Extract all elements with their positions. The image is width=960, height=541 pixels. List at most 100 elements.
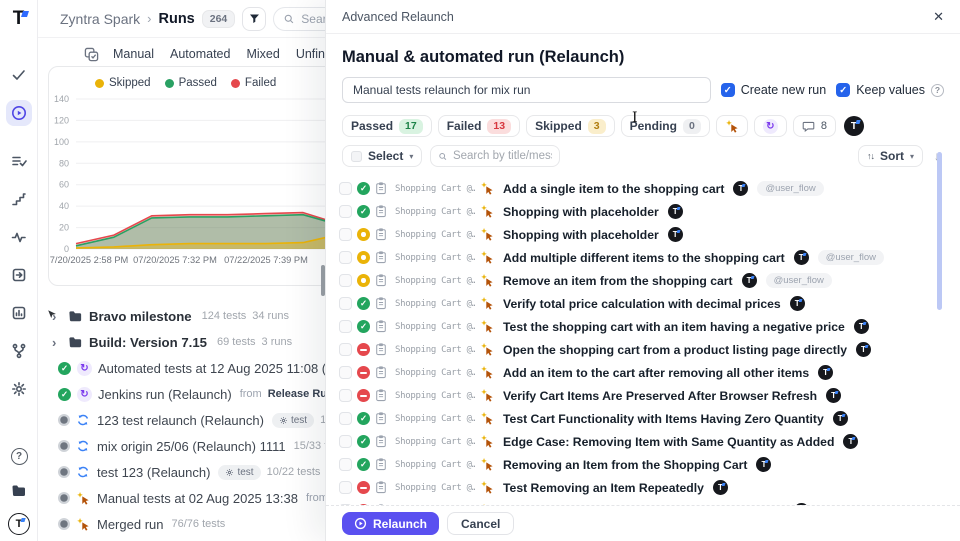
chip-skipped[interactable]: Skipped3	[526, 115, 615, 137]
breadcrumb-page[interactable]: Runs	[158, 11, 194, 27]
select-button[interactable]: Select ▾	[342, 145, 422, 167]
manual-test-icon	[480, 296, 495, 311]
chip-passed[interactable]: Passed17	[342, 115, 432, 137]
row-checkbox[interactable]	[339, 458, 352, 471]
app-logo[interactable]: T	[8, 8, 30, 30]
test-row[interactable]: Shopping Cart @…Add an item to the cart …	[339, 361, 944, 384]
main-search-input[interactable]: Search [C ✕	[273, 7, 325, 31]
milestone-row[interactable]: ›Bravo milestone124 tests34 runs	[38, 303, 325, 329]
relaunch-button[interactable]: Relaunch	[342, 512, 439, 535]
chip-manual-icon[interactable]	[716, 115, 748, 137]
checklist-icon[interactable]	[6, 148, 32, 174]
runs-icon[interactable]	[6, 100, 32, 126]
chip-label: Failed	[447, 119, 482, 133]
projects-folder-icon[interactable]	[6, 478, 32, 504]
help-icon[interactable]: ?	[6, 443, 32, 469]
row-checkbox[interactable]	[339, 412, 352, 425]
export-icon[interactable]	[6, 262, 32, 288]
row-checkbox[interactable]	[339, 228, 352, 241]
test-row[interactable]: Shopping Cart @…Shopping with placeholde…	[339, 223, 944, 246]
check-icon[interactable]	[6, 62, 32, 88]
status-failed-icon	[357, 366, 370, 379]
test-row[interactable]: Shopping Cart @…Open the shopping cart f…	[339, 338, 944, 361]
close-icon[interactable]: ✕	[933, 9, 944, 25]
chip-automated-icon[interactable]: ↻	[754, 115, 787, 137]
tests-scrollbar-thumb[interactable]	[937, 152, 942, 310]
run-row[interactable]: test 123 (Relaunch)test10/22 tests	[38, 459, 325, 485]
test-title: Shopping with placeholder	[503, 205, 659, 219]
run-row[interactable]: Manual tests at 02 Aug 2025 13:38fromCus…	[38, 485, 325, 511]
test-title: Edge Case: Removing Item with Same Quant…	[503, 435, 834, 449]
test-row[interactable]: Shopping Cart @…Test Removing an Item Re…	[339, 476, 944, 499]
row-checkbox[interactable]	[339, 481, 352, 494]
test-row[interactable]: Shopping Cart @…Removing an Item from th…	[339, 453, 944, 476]
avatar-accent	[802, 253, 806, 256]
run-row[interactable]: 123 test relaunch (Relaunch)test15/23 te…	[38, 407, 325, 433]
row-checkbox[interactable]	[339, 297, 352, 310]
status-progress-icon	[58, 440, 70, 452]
test-row[interactable]: Shopping Cart @…Verify Cart Items Are Pr…	[339, 384, 944, 407]
row-checkbox[interactable]	[339, 366, 352, 379]
row-checkbox[interactable]	[339, 435, 352, 448]
row-checkbox[interactable]	[339, 205, 352, 218]
row-checkbox[interactable]	[339, 274, 352, 287]
chevron-right-icon[interactable]: ›	[52, 335, 62, 350]
test-row[interactable]: Shopping Cart @…Edge Case: Removing Item…	[339, 430, 944, 453]
run-name: Jenkins run (Relaunch)	[98, 387, 232, 402]
run-title-input[interactable]	[342, 77, 711, 103]
run-row[interactable]: ↻Jenkins run (Relaunch)fromRelease Run 1…	[38, 381, 325, 407]
chip-comment-icon[interactable]: 8	[793, 115, 836, 137]
manual-test-icon	[480, 480, 495, 495]
test-title: Add an item to the cart after removing a…	[503, 366, 809, 380]
test-row[interactable]: Shopping Cart @…Verify total price calcu…	[339, 292, 944, 315]
steps-icon[interactable]	[6, 186, 32, 212]
reports-icon[interactable]	[6, 300, 32, 326]
activity-icon[interactable]	[6, 224, 32, 250]
run-row[interactable]: mix origin 25/06 (Relaunch) 111115/33 te…	[38, 433, 325, 459]
case-path: Shopping Cart @…	[395, 322, 475, 332]
breadcrumb-project[interactable]: Zyntra Spark	[60, 11, 140, 27]
test-row[interactable]: Shopping Cart @…Remove an item from the …	[339, 269, 944, 292]
row-checkbox[interactable]	[339, 343, 352, 356]
status-progress-icon	[58, 466, 70, 478]
run-meta: 69 tests	[217, 336, 256, 348]
milestone-row[interactable]: ›Build: Version 7.1569 tests3 runs	[38, 329, 325, 355]
case-path: Shopping Cart @…	[395, 460, 475, 470]
test-row[interactable]: Shopping Cart @…Add multiple different i…	[339, 246, 944, 269]
tab-mixed[interactable]: Mixed	[246, 47, 279, 61]
status-passed-icon	[357, 458, 370, 471]
tab-unfinished[interactable]: Unfinished	[296, 47, 325, 61]
row-checkbox[interactable]	[339, 320, 352, 333]
run-meta: 15/33 tests	[294, 440, 325, 452]
row-checkbox[interactable]	[339, 182, 352, 195]
status-passed-icon	[58, 362, 71, 375]
cancel-button[interactable]: Cancel	[447, 512, 514, 535]
chip-label: Pending	[630, 119, 677, 133]
tests-search[interactable]	[430, 145, 560, 167]
chip-failed[interactable]: Failed13	[438, 115, 520, 137]
profile-avatar[interactable]: T	[8, 513, 30, 535]
filter-button[interactable]	[242, 7, 266, 31]
test-row[interactable]: Shopping Cart @…Add a single item to the…	[339, 177, 944, 200]
test-row[interactable]: Shopping Cart @…Test the shopping cart w…	[339, 315, 944, 338]
avatar-accent	[765, 460, 769, 463]
chip-pending[interactable]: Pending0	[621, 115, 710, 137]
settings-gear-icon[interactable]	[6, 376, 32, 402]
keep-values-checkbox[interactable]: ✓ Keep values ?	[836, 83, 944, 97]
run-row[interactable]: Merged run76/76 tests	[38, 511, 325, 537]
row-checkbox[interactable]	[339, 251, 352, 264]
select-all-icon[interactable]	[84, 47, 99, 62]
sort-button[interactable]: ↑↓ Sort ▾	[858, 145, 923, 167]
svg-text:60: 60	[59, 180, 69, 190]
run-name: 123 test relaunch (Relaunch)	[97, 413, 264, 428]
drawer-title: Advanced Relaunch	[342, 10, 454, 24]
tests-search-input[interactable]	[453, 150, 552, 162]
create-new-run-checkbox[interactable]: ✓ Create new run	[721, 83, 826, 97]
test-row[interactable]: Shopping Cart @…Test Cart Functionality …	[339, 407, 944, 430]
tab-manual[interactable]: Manual	[113, 47, 154, 61]
test-row[interactable]: Shopping Cart @…Shopping with placeholde…	[339, 200, 944, 223]
row-checkbox[interactable]	[339, 389, 352, 402]
run-row[interactable]: ↻Automated tests at 12 Aug 2025 11:08 (R…	[38, 355, 325, 381]
tab-automated[interactable]: Automated	[170, 47, 230, 61]
branch-icon[interactable]	[6, 338, 32, 364]
